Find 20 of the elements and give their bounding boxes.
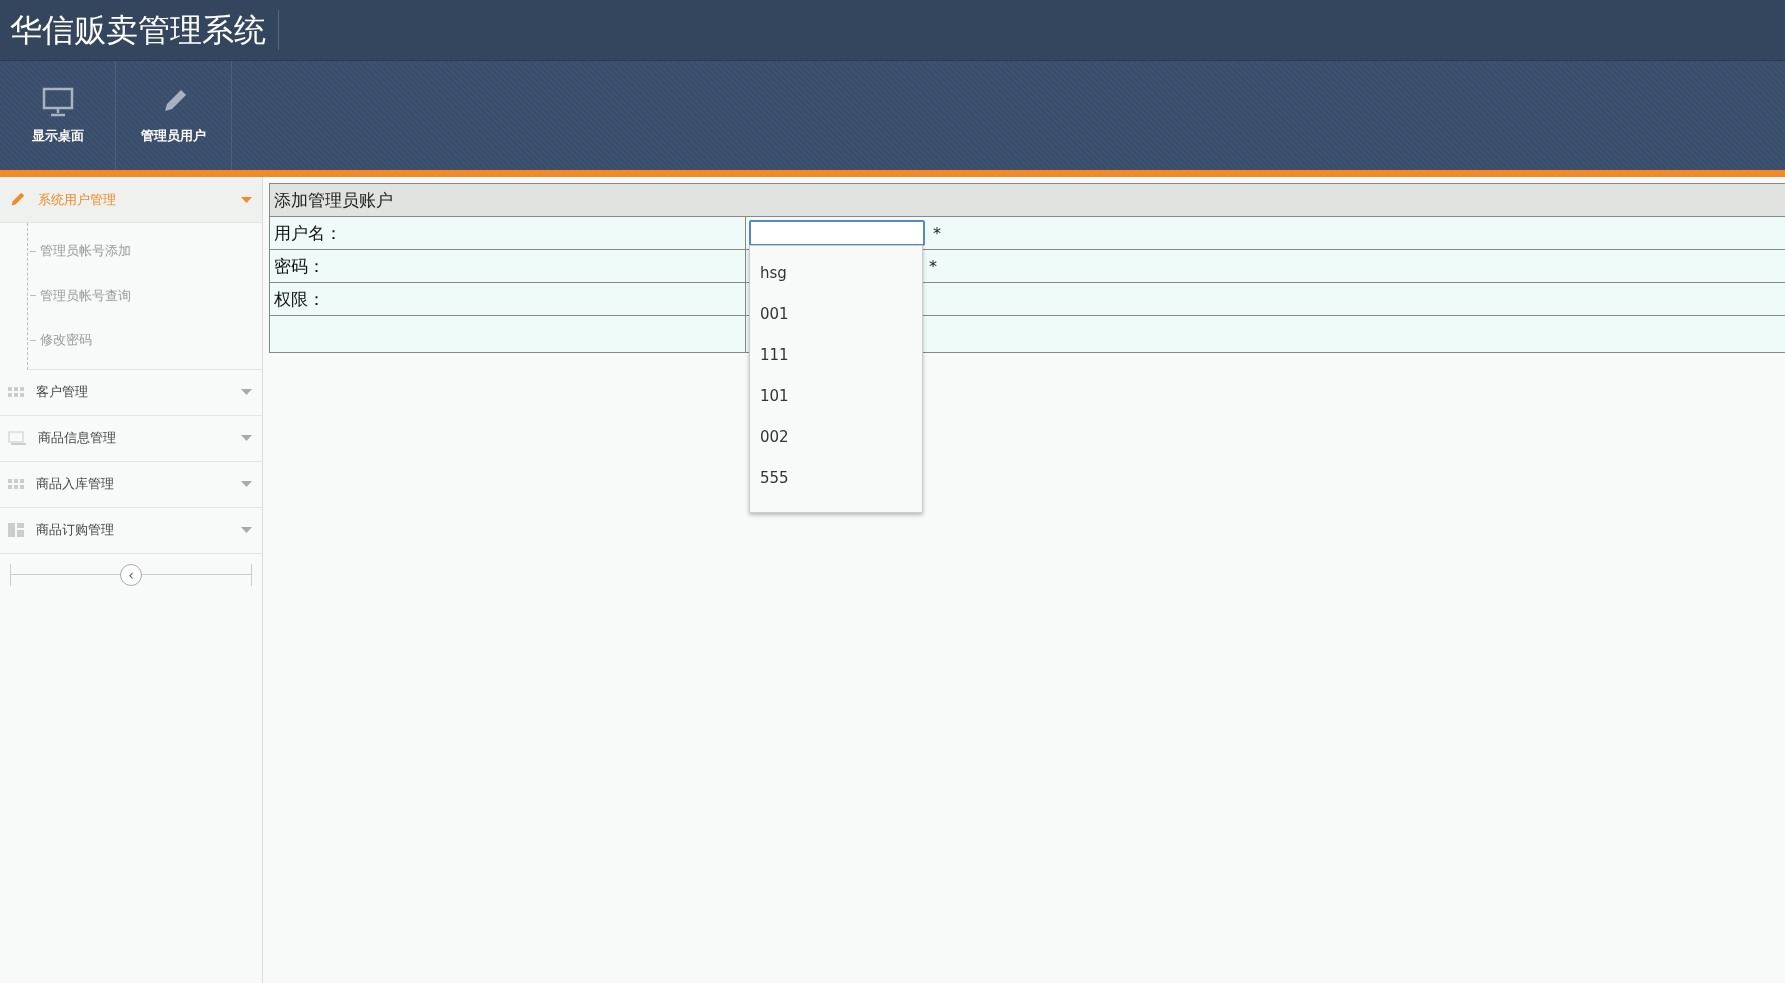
sidebar-section[interactable]: 商品信息管理 [0, 415, 262, 462]
field-label: 权限： [270, 283, 746, 315]
sidebar-section[interactable]: 客户管理 [0, 369, 262, 416]
autocomplete-option[interactable]: 555 [750, 457, 922, 498]
autocomplete-option[interactable]: 002 [750, 416, 922, 457]
toolbar-button[interactable]: 管理员用户 [116, 61, 232, 170]
form-title: 添加管理员账户 [270, 184, 1785, 217]
sidebar-section[interactable]: 商品入库管理 [0, 461, 262, 508]
collapse-button[interactable]: ‹ [120, 563, 142, 586]
field-label: 用户名： [270, 217, 746, 249]
autocomplete-option[interactable]: 101 [750, 375, 922, 416]
field-label: 密码： [270, 250, 746, 282]
toolbar-button[interactable]: 显示桌面 [0, 61, 116, 170]
autocomplete-option[interactable]: 001 [750, 293, 922, 334]
autocomplete-option[interactable]: hsg [750, 252, 922, 293]
autocomplete-option[interactable]: 111 [750, 334, 922, 375]
required-mark: * [933, 223, 941, 243]
app-title: 华信贩卖管理系统 [10, 10, 279, 50]
required-mark: * [929, 256, 937, 276]
sidebar-section[interactable]: 商品订购管理 [0, 507, 262, 554]
